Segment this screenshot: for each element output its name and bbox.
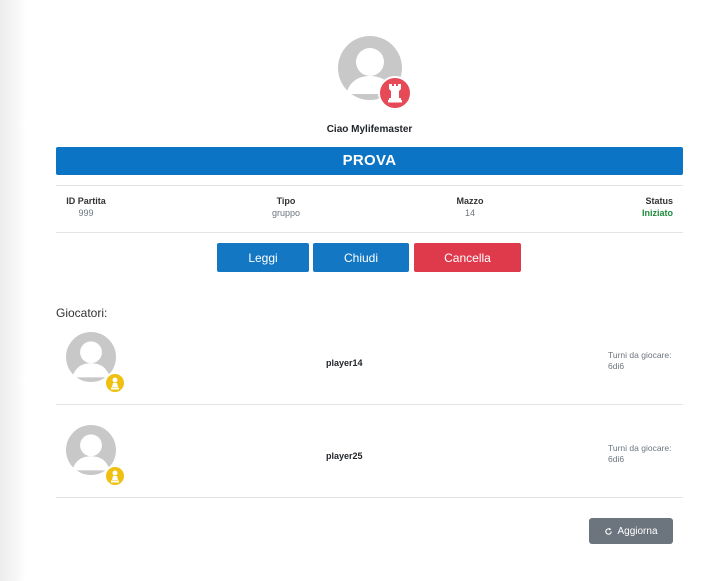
info-deck-value: 14	[464, 208, 475, 218]
refresh-icon	[605, 527, 613, 535]
info-type-label: Tipo	[276, 196, 296, 206]
cancella-button[interactable]: Cancella	[414, 243, 521, 272]
info-deck: Mazzo 14	[440, 195, 500, 219]
avatar	[66, 332, 126, 394]
refresh-button[interactable]: Aggiorna	[589, 518, 673, 544]
turns-label: Turni da giocare:	[608, 350, 672, 360]
chiudi-button[interactable]: Chiudi	[313, 243, 409, 272]
user-avatar	[338, 36, 412, 110]
info-id-value: 999	[78, 208, 94, 218]
game-title: PROVA	[56, 147, 683, 175]
list-item: player25 Turni da giocare: 6di6	[56, 406, 683, 498]
chess-rook-icon	[378, 76, 412, 110]
info-type: Tipo gruppo	[256, 195, 316, 219]
info-id: ID Partita 999	[66, 195, 106, 219]
player-turns: Turni da giocare: 6di6	[608, 350, 671, 372]
leggi-button[interactable]: Leggi	[217, 243, 309, 272]
chess-pawn-icon	[104, 372, 126, 394]
game-detail-panel: Ciao Mylifemaster PROVA ID Partita 999 T…	[56, 0, 683, 581]
info-deck-label: Mazzo	[456, 196, 484, 206]
refresh-label: Aggiorna	[617, 525, 658, 537]
greeting-text: Ciao Mylifemaster	[326, 124, 413, 135]
turns-value: 6di6	[608, 361, 625, 371]
turns-label: Turni da giocare:	[608, 443, 672, 453]
chess-pawn-icon	[104, 465, 126, 487]
game-info-row: ID Partita 999 Tipo gruppo Mazzo 14 Stat…	[56, 185, 683, 233]
info-type-value: gruppo	[271, 208, 301, 218]
info-status: Status Iniziato	[642, 195, 673, 219]
player-name: player25	[324, 451, 365, 461]
info-status-label: Status	[645, 196, 673, 206]
side-panel-shadow	[0, 0, 26, 581]
action-buttons: Leggi Chiudi Cancella	[56, 243, 683, 272]
player-name: player14	[324, 358, 365, 368]
avatar	[66, 425, 126, 487]
list-item: player14 Turni da giocare: 6di6	[56, 313, 683, 405]
player-turns: Turni da giocare: 6di6	[608, 443, 671, 465]
info-id-label: ID Partita	[66, 196, 106, 206]
turns-value: 6di6	[608, 454, 625, 464]
status-badge: Iniziato	[642, 208, 673, 218]
